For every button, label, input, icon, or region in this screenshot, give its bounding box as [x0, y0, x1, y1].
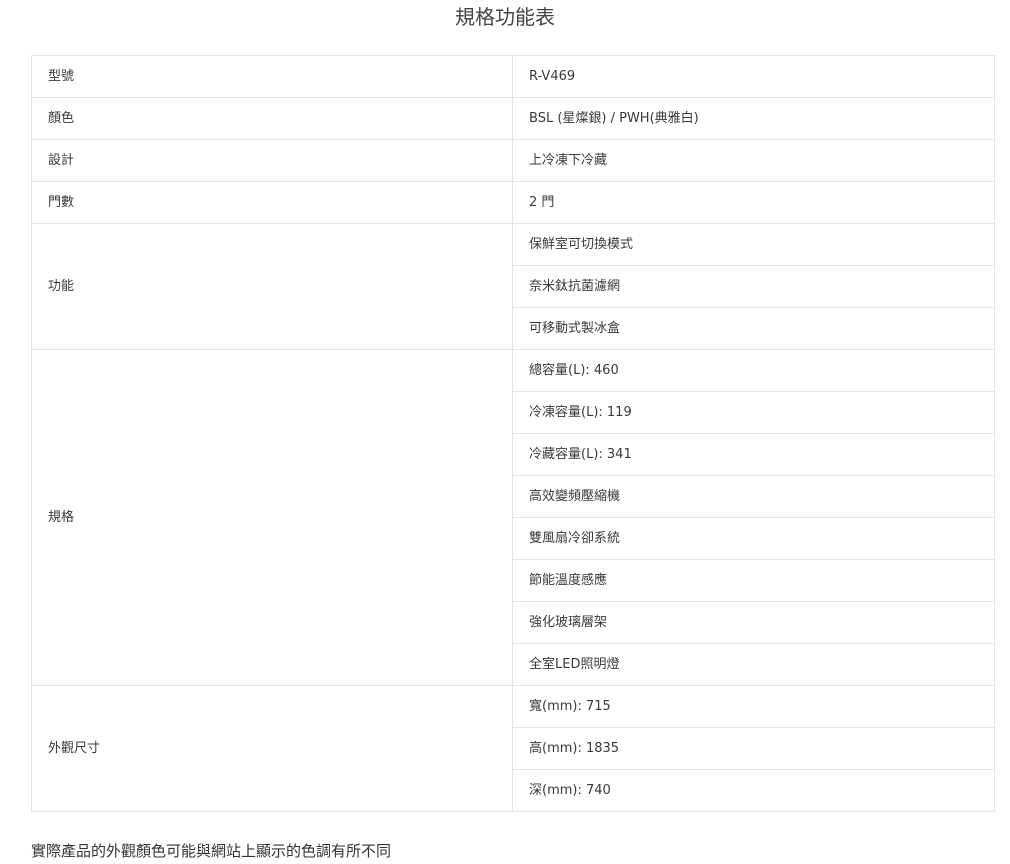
row-label: 規格	[31, 349, 513, 686]
row-value: 總容量(L): 460	[512, 349, 995, 392]
row-value: 可移動式製冰盒	[512, 307, 995, 350]
row-value: 2 門	[512, 181, 995, 224]
row-value: 高(mm): 1835	[512, 727, 995, 770]
row-label: 顏色	[31, 97, 513, 140]
row-label: 設計	[31, 139, 513, 182]
table-row: 功能 保鮮室可切換模式	[31, 223, 995, 350]
row-value: 冷藏容量(L): 341	[512, 433, 995, 476]
row-label: 功能	[31, 223, 513, 350]
row-label: 門數	[31, 181, 513, 224]
row-value: 全室LED照明燈	[512, 643, 995, 686]
row-value: 雙風扇冷卻系統	[512, 517, 995, 560]
table-row: 型號 R-V469	[31, 55, 995, 98]
row-value: 高效變頻壓縮機	[512, 475, 995, 518]
table-row: 門數 2 門	[31, 181, 995, 224]
row-value: 節能溫度感應	[512, 559, 995, 602]
table-row: 規格 總容量(L): 460	[31, 349, 995, 686]
row-value: 上冷凍下冷藏	[512, 139, 995, 182]
row-value: 寬(mm): 715	[512, 685, 995, 728]
row-value: 冷凍容量(L): 119	[512, 391, 995, 434]
row-label: 型號	[31, 55, 513, 98]
row-value: 深(mm): 740	[512, 769, 995, 812]
color-disclaimer: 實際產品的外觀顏色可能與網站上顯示的色調有所不同	[31, 842, 392, 860]
table-row: 外觀尺寸 寬(mm): 715	[31, 685, 995, 812]
table-row: 設計 上冷凍下冷藏	[31, 139, 995, 182]
row-label: 外觀尺寸	[31, 685, 513, 812]
row-value: 強化玻璃層架	[512, 601, 995, 644]
page-title: 規格功能表	[455, 5, 555, 29]
table-row: 顏色 BSL (星燦銀) / PWH(典雅白)	[31, 97, 995, 140]
row-value: 奈米鈦抗菌濾網	[512, 265, 995, 308]
row-value: BSL (星燦銀) / PWH(典雅白)	[512, 97, 995, 140]
row-value: 保鮮室可切換模式	[512, 223, 995, 266]
spec-table: 型號 R-V469 顏色 BSL (星燦銀) / PWH(典雅白) 設計 上冷凍…	[31, 55, 995, 812]
row-value: R-V469	[512, 55, 995, 98]
